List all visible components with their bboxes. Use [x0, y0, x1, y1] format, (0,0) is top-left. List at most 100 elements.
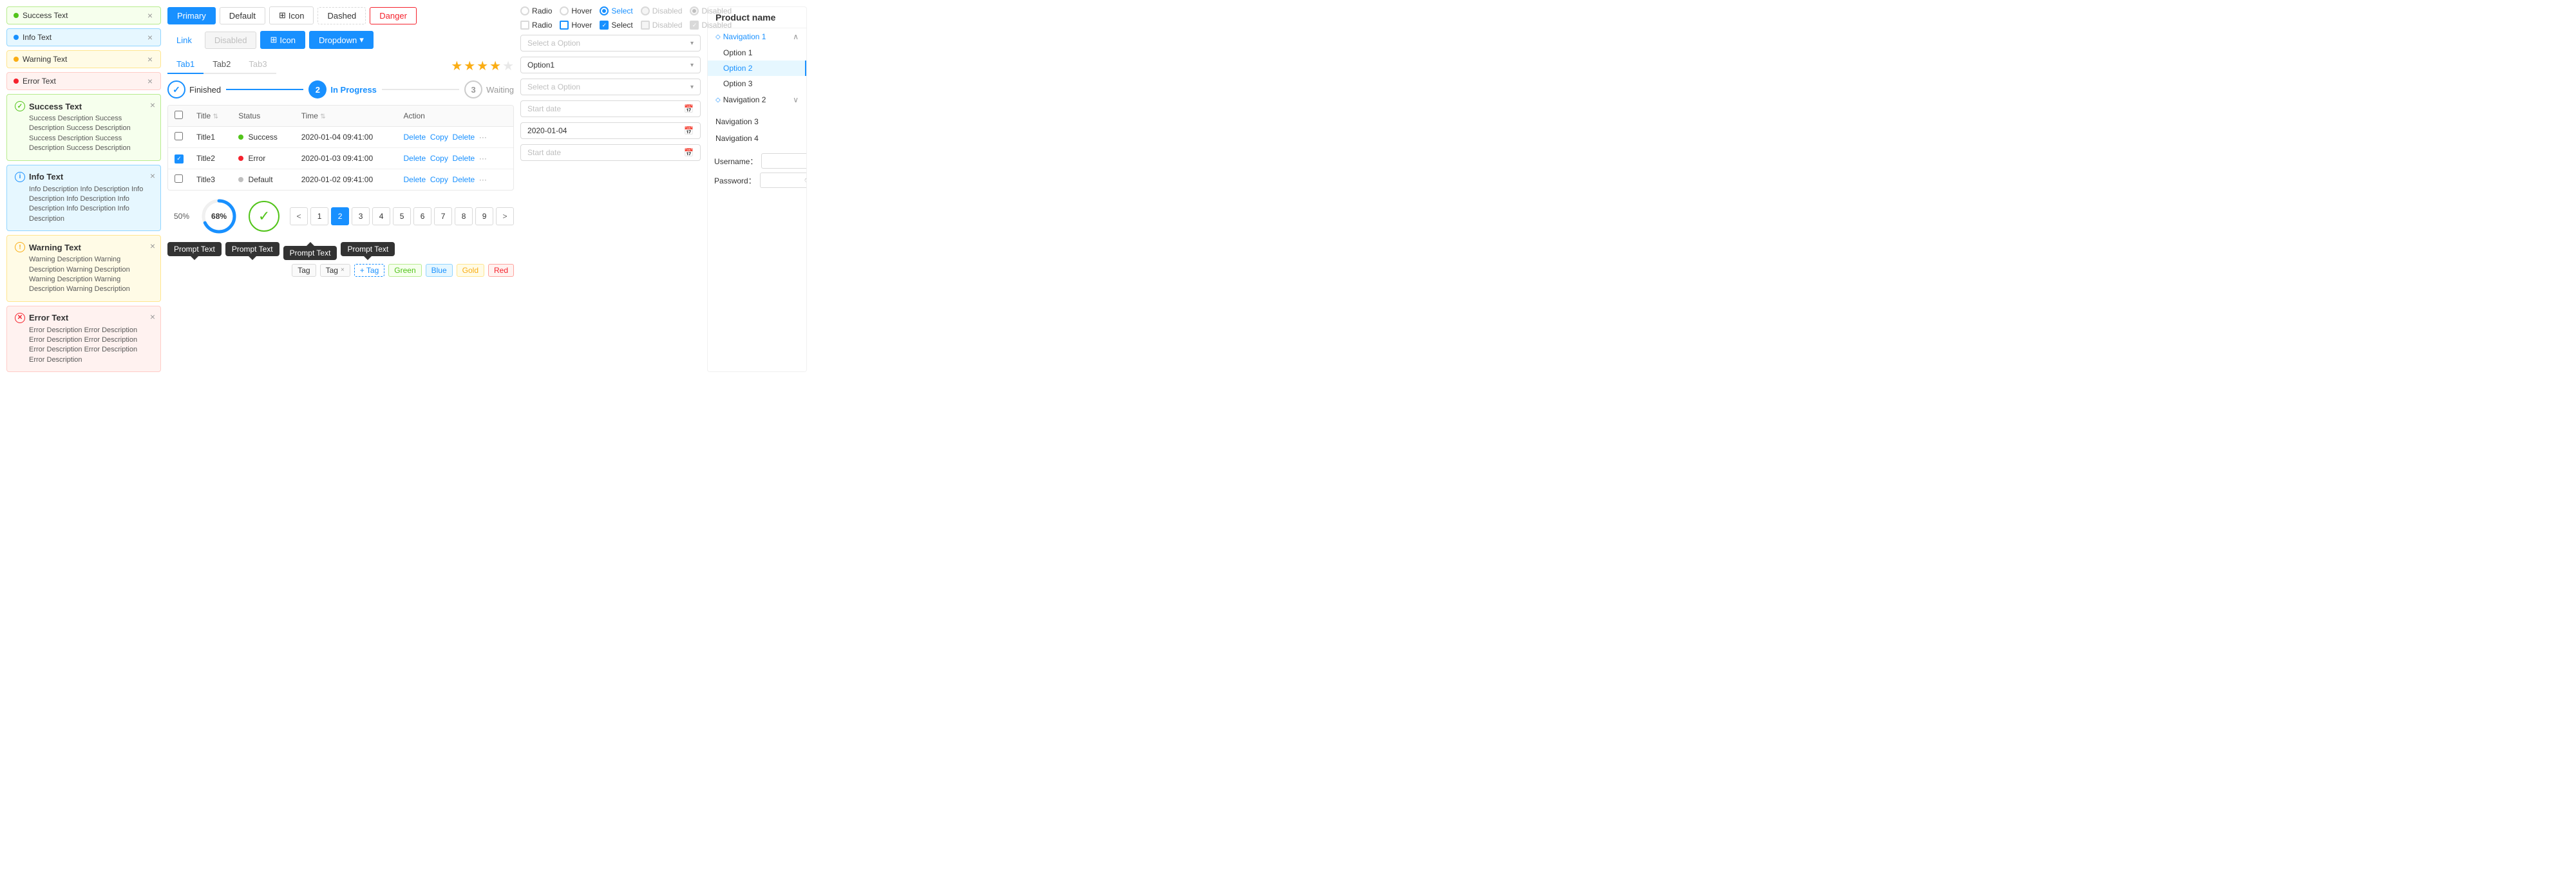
date-input-3[interactable]: Start date 📅: [520, 144, 701, 161]
delete-link[interactable]: Delete: [403, 154, 426, 163]
star-5-empty[interactable]: ★: [502, 58, 514, 74]
alert-info-desc: Info Description Info Description Info D…: [29, 185, 153, 225]
alert-success-text: Success Text: [23, 11, 68, 20]
alert-close-button[interactable]: ×: [146, 33, 154, 42]
alert-close-button[interactable]: ×: [150, 100, 155, 110]
star-1[interactable]: ★: [451, 58, 462, 74]
nav-item-4[interactable]: Navigation 4: [708, 130, 806, 147]
star-3[interactable]: ★: [477, 58, 488, 74]
default-button[interactable]: Default: [220, 7, 265, 24]
icon-button[interactable]: ⊞ Icon: [269, 6, 314, 24]
checkbox-box[interactable]: [520, 21, 529, 30]
sort-icon: ⇅: [320, 113, 325, 120]
row-checkbox[interactable]: [175, 132, 183, 140]
radio-circle-checked: [600, 6, 609, 15]
danger-button[interactable]: Danger: [370, 7, 417, 24]
username-input[interactable]: [761, 153, 807, 169]
checkbox-hover-box[interactable]: [560, 21, 569, 30]
delete-link2[interactable]: Delete: [453, 133, 475, 142]
checkbox-checked-box[interactable]: ✓: [600, 21, 609, 30]
page-8[interactable]: 8: [455, 207, 473, 225]
checkbox-label: Hover: [571, 21, 592, 30]
nav-group-2[interactable]: ◇ Navigation 2 ∨: [708, 91, 806, 108]
dashed-button[interactable]: Dashed: [317, 7, 366, 24]
copy-link[interactable]: Copy: [430, 133, 448, 142]
page-6[interactable]: 6: [413, 207, 431, 225]
nav-option-1[interactable]: Option 1: [708, 45, 806, 61]
page-2-active[interactable]: 2: [331, 207, 349, 225]
tag-close-icon[interactable]: ×: [341, 266, 345, 274]
row-checkbox[interactable]: [175, 174, 183, 183]
tab-tab1[interactable]: Tab1: [167, 55, 204, 74]
more-icon[interactable]: ···: [479, 175, 487, 184]
dropdown-arrow-icon: ▾: [359, 35, 364, 45]
pagination: < 1 2 3 4 5 6 7 8 9 >: [290, 207, 514, 225]
add-tag-button[interactable]: + Tag: [354, 264, 384, 277]
dropdown-button[interactable]: Dropdown ▾: [309, 31, 374, 49]
cell-time: 2020-01-04 09:41:00: [295, 127, 397, 148]
row-checkbox-checked[interactable]: ✓: [175, 154, 184, 163]
step-circle-finished: ✓: [167, 80, 185, 98]
alert-close-button[interactable]: ×: [146, 55, 154, 64]
alert-close-button[interactable]: ×: [146, 11, 154, 20]
nav-group-1[interactable]: ◇ Navigation 1 ∧: [708, 28, 806, 45]
icon-blue-button[interactable]: ⊞ Icon: [260, 31, 305, 49]
status-dot-success: [238, 135, 243, 140]
calendar-icon: 📅: [684, 126, 694, 135]
delete-link2[interactable]: Delete: [453, 175, 475, 184]
alert-info-title: Info Text: [29, 172, 63, 182]
cell-status: Default: [232, 169, 295, 190]
alert-close-button[interactable]: ×: [150, 241, 155, 251]
delete-link2[interactable]: Delete: [453, 154, 475, 163]
delete-link[interactable]: Delete: [403, 175, 426, 184]
nav-group-left: ◇ Navigation 1: [715, 32, 766, 41]
col-time: Time ⇅: [295, 106, 397, 127]
warning-icon: !: [15, 242, 25, 252]
copy-link[interactable]: Copy: [430, 175, 448, 184]
date-input-1[interactable]: Start date 📅: [520, 100, 701, 117]
page-3[interactable]: 3: [352, 207, 370, 225]
page-4[interactable]: 4: [372, 207, 390, 225]
circle-progress: 68%: [200, 197, 238, 236]
nav-option-3[interactable]: Option 3: [708, 76, 806, 91]
copy-link[interactable]: Copy: [430, 154, 448, 163]
nav-option-2-active[interactable]: Option 2: [708, 61, 806, 76]
delete-link[interactable]: Delete: [403, 133, 426, 142]
pagination-next[interactable]: >: [496, 207, 514, 225]
step-label-waiting: Waiting: [486, 85, 514, 95]
radio-dot-disabled: [692, 9, 696, 13]
more-icon[interactable]: ···: [479, 154, 487, 163]
alert-close-button[interactable]: ×: [146, 77, 154, 86]
pagination-prev[interactable]: <: [290, 207, 308, 225]
tooltip-2: Prompt Text: [225, 242, 279, 260]
page-1[interactable]: 1: [310, 207, 328, 225]
select-option-2[interactable]: Option1 ▾: [520, 57, 701, 73]
table-select-all[interactable]: [175, 111, 183, 119]
password-input[interactable]: [766, 176, 804, 185]
page-7[interactable]: 7: [434, 207, 452, 225]
select-option-1[interactable]: Select a Option ▾: [520, 35, 701, 51]
nav-item-3[interactable]: Navigation 3: [708, 113, 806, 130]
page-5[interactable]: 5: [393, 207, 411, 225]
tab-tab2[interactable]: Tab2: [204, 55, 240, 74]
tag-label: Tag: [298, 266, 310, 275]
tag-blue: Blue: [426, 264, 453, 277]
success-circle: ✓: [249, 201, 279, 232]
link-button[interactable]: Link: [167, 32, 201, 48]
tags-area: Tag Tag × + Tag Green Blue Gold Red: [292, 264, 514, 277]
alert-close-button[interactable]: ×: [150, 312, 155, 322]
tooltip-box: Prompt Text: [167, 242, 222, 256]
page-9[interactable]: 9: [475, 207, 493, 225]
more-icon[interactable]: ···: [479, 133, 487, 142]
primary-button[interactable]: Primary: [167, 7, 216, 24]
star-4-half[interactable]: ★: [489, 58, 501, 74]
password-input-wrapper[interactable]: 👁: [760, 173, 807, 188]
date-input-2[interactable]: 2020-01-04 📅: [520, 122, 701, 139]
alert-close-button[interactable]: ×: [150, 171, 155, 181]
star-2[interactable]: ★: [464, 58, 475, 74]
calendar-icon: 📅: [684, 148, 694, 157]
eye-icon[interactable]: 👁: [804, 176, 807, 185]
select-option-3[interactable]: Select a Option ▾: [520, 79, 701, 95]
alert-warning-title: Warning Text: [29, 243, 81, 252]
warning-dot: [14, 57, 19, 62]
